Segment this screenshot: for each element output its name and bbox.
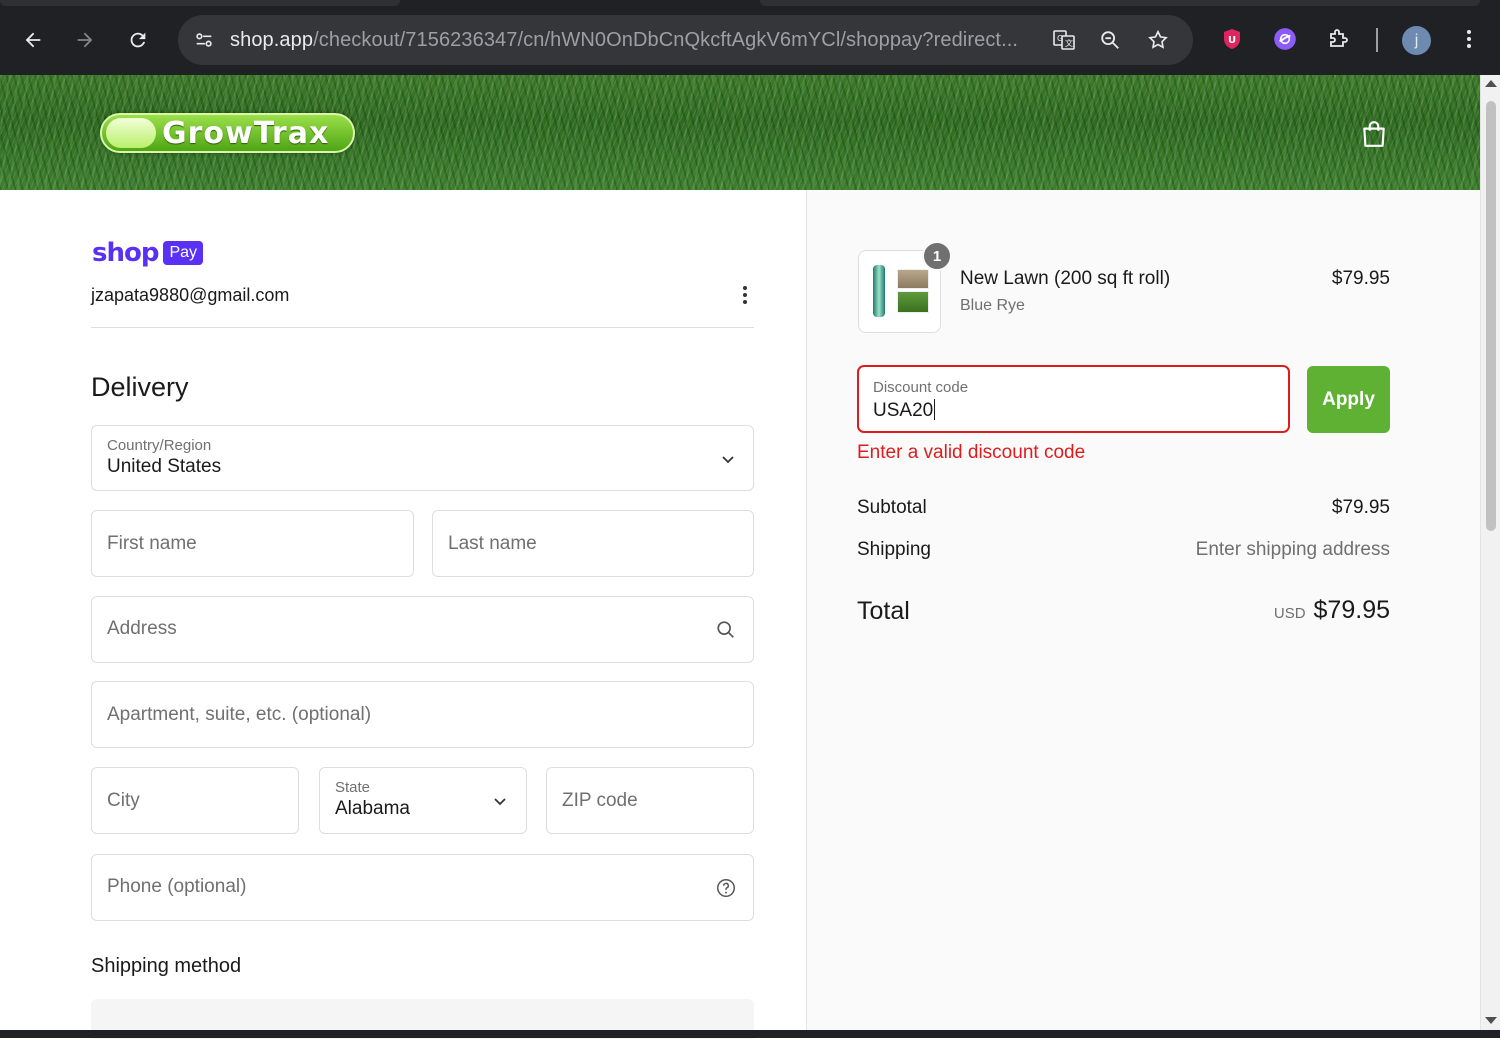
country-region-label: Country/Region xyxy=(107,437,212,454)
discount-code-input[interactable]: Discount code USA20 xyxy=(857,365,1290,433)
last-name-placeholder: Last name xyxy=(448,533,537,554)
account-more-options-icon[interactable] xyxy=(735,283,755,307)
shipping-label: Shipping xyxy=(857,539,931,560)
account-email: jzapata9880@gmail.com xyxy=(91,285,290,305)
subtotal-label: Subtotal xyxy=(857,497,927,518)
page-scrollbar[interactable] xyxy=(1480,75,1500,1030)
zip-code-placeholder: ZIP code xyxy=(562,790,638,811)
url-path: /checkout/7156236347/cn/hWN0OnDbCnQkcftA… xyxy=(313,29,1019,51)
apartment-input[interactable]: Apartment, suite, etc. (optional) xyxy=(91,681,754,748)
country-region-value: United States xyxy=(107,456,222,477)
first-name-input[interactable]: First name xyxy=(91,510,414,577)
discount-code-value: USA20 xyxy=(873,400,934,421)
svg-text:文: 文 xyxy=(1065,38,1073,48)
quantity-badge: 1 xyxy=(922,241,952,271)
checkout-main-column: shop Pay jzapata9880@gmail.com Delivery … xyxy=(0,190,806,1039)
first-name-placeholder: First name xyxy=(107,533,197,554)
window-bottom-edge xyxy=(0,1030,1500,1038)
shop-pay-logo-pay: Pay xyxy=(163,241,204,265)
scroll-down-arrow-icon[interactable] xyxy=(1485,1017,1497,1024)
phone-input[interactable]: Phone (optional) xyxy=(91,854,754,921)
toolbar-separator xyxy=(1376,28,1378,52)
bookmark-star-icon[interactable] xyxy=(1144,26,1172,54)
address-placeholder: Address xyxy=(107,618,177,639)
discount-code-value-row: USA20 xyxy=(873,399,936,422)
total-value: $79.95 xyxy=(1313,596,1390,624)
discount-error-message: Enter a valid discount code xyxy=(857,442,1086,463)
chevron-down-icon xyxy=(494,798,506,806)
forward-icon[interactable] xyxy=(67,22,103,58)
store-logo-text: GrowTrax xyxy=(162,115,330,151)
state-select[interactable]: State Alabama xyxy=(319,767,527,834)
state-value: Alabama xyxy=(335,798,410,819)
phone-placeholder: Phone (optional) xyxy=(107,876,247,897)
reload-icon[interactable] xyxy=(120,22,156,58)
product-after-image xyxy=(897,291,929,313)
browser-menu-icon[interactable] xyxy=(1454,24,1484,54)
zip-code-input[interactable]: ZIP code xyxy=(546,767,754,834)
section-divider xyxy=(91,327,754,328)
extension-purple-icon[interactable] xyxy=(1270,24,1300,54)
ublock-shield-icon[interactable]: U xyxy=(1217,24,1247,54)
site-info-icon[interactable] xyxy=(188,24,220,56)
product-can-image xyxy=(873,265,885,317)
total-currency: USD xyxy=(1273,605,1306,622)
svg-text:G: G xyxy=(1057,34,1063,43)
back-icon[interactable] xyxy=(15,22,51,58)
tab-strip-edge xyxy=(760,0,1480,6)
search-icon xyxy=(713,617,739,643)
apply-discount-button[interactable]: Apply xyxy=(1307,366,1390,433)
total-amount: USD $79.95 xyxy=(1274,596,1390,625)
shop-pay-logo-shop: shop xyxy=(92,238,159,268)
zoom-icon[interactable] xyxy=(1096,26,1124,54)
last-name-input[interactable]: Last name xyxy=(432,510,754,577)
help-circle-icon[interactable] xyxy=(713,875,739,901)
shipping-method-heading: Shipping method xyxy=(91,955,242,977)
product-price: $79.95 xyxy=(1331,268,1390,289)
product-name: New Lawn (200 sq ft roll) xyxy=(960,268,1171,289)
text-cursor xyxy=(934,399,936,420)
url-text[interactable]: shop.app/checkout/7156236347/cn/hWN0OnDb… xyxy=(230,29,1030,52)
extensions-puzzle-icon[interactable] xyxy=(1323,24,1353,54)
translate-icon[interactable]: G文 xyxy=(1050,26,1078,54)
store-header-banner: GrowTrax xyxy=(0,75,1480,190)
chevron-down-icon xyxy=(722,456,734,464)
country-region-select[interactable]: Country/Region United States xyxy=(91,425,754,491)
shipping-value: Enter shipping address xyxy=(1195,539,1390,560)
shopping-bag-icon[interactable] xyxy=(1360,119,1388,149)
order-summary-panel: 1 New Lawn (200 sq ft roll) Blue Rye $79… xyxy=(806,190,1480,1030)
total-label: Total xyxy=(857,597,910,625)
state-label: State xyxy=(335,779,371,796)
delivery-heading: Delivery xyxy=(91,372,189,402)
city-placeholder: City xyxy=(107,790,140,811)
discount-code-label: Discount code xyxy=(873,379,969,396)
profile-avatar[interactable]: j xyxy=(1402,26,1431,55)
address-bar[interactable]: shop.app/checkout/7156236347/cn/hWN0OnDb… xyxy=(178,15,1193,65)
svg-text:U: U xyxy=(1228,35,1236,46)
logo-pill-mark xyxy=(106,118,156,148)
product-before-image xyxy=(897,269,929,289)
city-input[interactable]: City xyxy=(91,767,299,834)
url-host: shop.app xyxy=(230,29,314,51)
browser-toolbar: shop.app/checkout/7156236347/cn/hWN0OnDb… xyxy=(0,0,1500,75)
product-variant: Blue Rye xyxy=(960,297,1025,314)
store-logo[interactable]: GrowTrax xyxy=(100,113,355,153)
tab-strip-edge xyxy=(0,0,400,6)
scrollbar-thumb[interactable] xyxy=(1486,101,1496,531)
apartment-placeholder: Apartment, suite, etc. (optional) xyxy=(107,704,372,725)
address-input[interactable]: Address xyxy=(91,596,754,663)
subtotal-value: $79.95 xyxy=(1331,497,1390,518)
scroll-up-arrow-icon[interactable] xyxy=(1485,80,1497,87)
shop-pay-logo: shop Pay xyxy=(92,238,204,268)
